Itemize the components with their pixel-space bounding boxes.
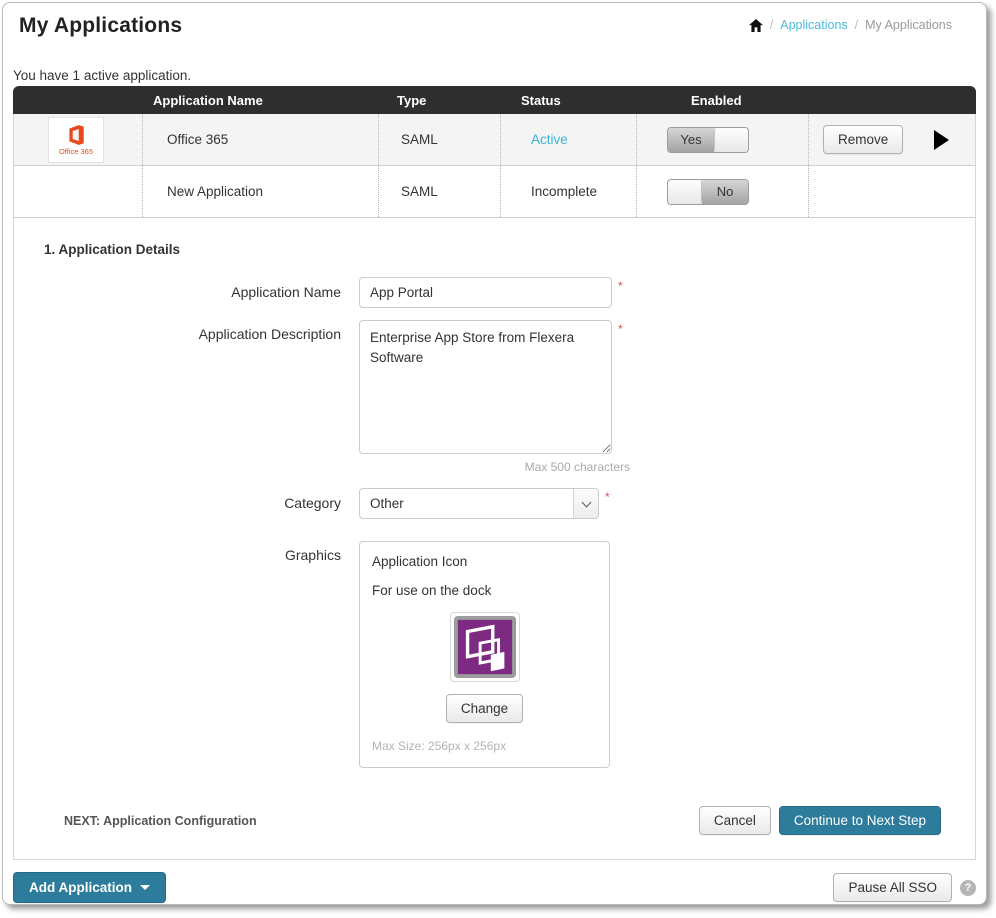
enabled-toggle-new-application[interactable]: No [667, 179, 749, 205]
applications-table-header: Application Name Type Status Enabled [13, 86, 976, 114]
status-text-incomplete: Incomplete [500, 166, 636, 217]
toggle-no-label: No [702, 180, 748, 204]
breadcrumb-link-applications[interactable]: Applications [780, 18, 847, 32]
column-header-type: Type [377, 93, 499, 108]
add-application-button[interactable]: Add Application [13, 872, 166, 903]
application-name-row: Application Name * [14, 277, 975, 308]
office-365-logo-icon: Office 365 [48, 117, 104, 163]
application-icon-subtitle: For use on the dock [372, 583, 597, 598]
graphics-label: Graphics [14, 541, 359, 768]
app-type-cell: SAML [378, 114, 500, 165]
page-header: My Applications / Applications / My Appl… [3, 3, 986, 38]
page-footer: Add Application Pause All SSO ? [3, 860, 986, 903]
application-name-input[interactable] [359, 277, 612, 308]
next-step-hint: NEXT: Application Configuration [64, 814, 691, 828]
status-text-active: Active [531, 132, 568, 147]
breadcrumb-separator: / [770, 18, 773, 32]
expand-row-arrow-icon[interactable] [934, 130, 949, 150]
table-row-office-365: Office 365 Office 365 SAML Active Yes Re… [14, 114, 975, 166]
continue-button[interactable]: Continue to Next Step [779, 806, 941, 835]
column-header-application-name: Application Name [141, 93, 377, 108]
application-description-textarea[interactable]: Enterprise App Store from Flexera Softwa… [359, 320, 612, 454]
page-title: My Applications [19, 14, 182, 38]
required-asterisk: * [618, 279, 623, 308]
breadcrumb: / Applications / My Applications [749, 18, 952, 32]
application-name-label: Application Name [14, 277, 359, 308]
app-window: My Applications / Applications / My Appl… [2, 2, 987, 905]
add-application-label: Add Application [29, 880, 132, 895]
breadcrumb-current: My Applications [865, 18, 952, 32]
required-asterisk: * [618, 322, 623, 454]
application-details-form: 1. Application Details Application Name … [14, 218, 975, 859]
app-portal-logo-icon [450, 612, 520, 682]
table-row-new-application: New Application SAML Incomplete No [14, 166, 975, 218]
toggle-knob [668, 180, 702, 204]
form-actions: NEXT: Application Configuration Cancel C… [64, 806, 941, 835]
application-description-label: Application Description [14, 320, 359, 454]
column-header-status: Status [499, 93, 635, 108]
breadcrumb-separator: / [855, 18, 858, 32]
section-title: 1. Application Details [44, 242, 975, 257]
enabled-toggle-office-365[interactable]: Yes [667, 127, 749, 153]
max-size-hint: Max Size: 256px x 256px [372, 739, 597, 753]
toggle-knob [714, 128, 748, 152]
column-header-enabled: Enabled [635, 93, 807, 108]
graphics-box: Application Icon For use on the dock Cha… [359, 541, 610, 768]
remove-button[interactable]: Remove [823, 125, 903, 154]
app-type-cell: SAML [378, 166, 500, 217]
change-icon-button[interactable]: Change [446, 694, 523, 723]
graphics-row: Graphics Application Icon For use on the… [14, 541, 975, 768]
max-characters-hint: Max 500 characters [377, 460, 630, 474]
app-name-cell: Office 365 [142, 114, 378, 165]
application-icon-title: Application Icon [372, 554, 597, 569]
toggle-yes-label: Yes [668, 128, 714, 152]
content-panel: Application Name Type Status Enabled Off… [13, 86, 976, 860]
home-icon[interactable] [749, 19, 763, 32]
office-365-logo-text: Office 365 [59, 147, 93, 156]
pause-all-sso-button[interactable]: Pause All SSO [833, 873, 952, 902]
help-icon[interactable]: ? [960, 880, 976, 896]
category-select[interactable]: Other [359, 488, 599, 519]
category-selected-value: Other [360, 496, 573, 511]
cancel-button[interactable]: Cancel [699, 806, 771, 835]
caret-down-icon [140, 885, 150, 890]
application-description-row: Application Description Enterprise App S… [14, 320, 975, 454]
app-name-cell: New Application [142, 166, 378, 217]
chevron-down-icon [573, 489, 598, 518]
category-label: Category [14, 488, 359, 519]
active-count-text: You have 1 active application. [13, 68, 986, 83]
category-row: Category Other * [14, 488, 975, 519]
required-asterisk: * [605, 490, 610, 519]
